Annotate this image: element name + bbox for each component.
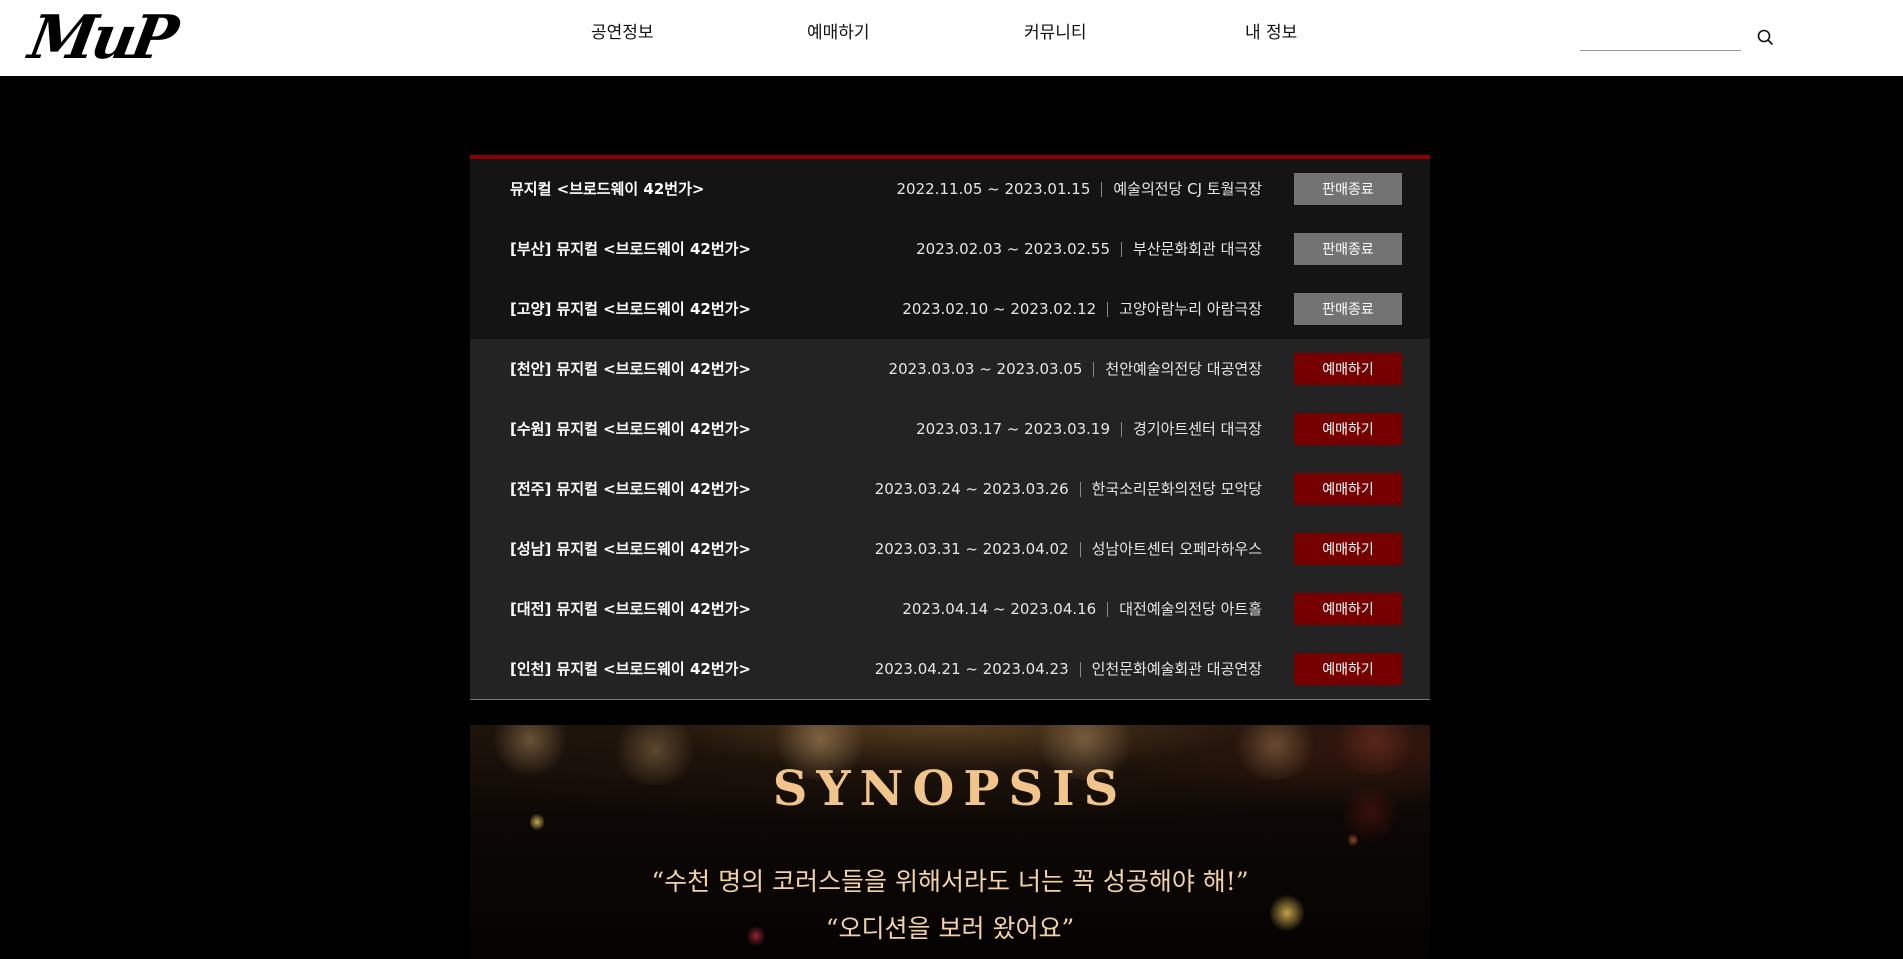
divider <box>1079 661 1081 677</box>
schedule-row-info: 2022.11.05 ~ 2023.01.15 예술의전당 CJ 토월극장 <box>896 179 1262 199</box>
search-button[interactable] <box>1754 26 1776 48</box>
schedule-row: [부산] 뮤지컬 <브로드웨이 42번가> 2023.02.03 ~ 2023.… <box>470 219 1430 279</box>
schedule-row-title: [대전] 뮤지컬 <브로드웨이 42번가> <box>510 600 751 618</box>
schedule-row: [성남] 뮤지컬 <브로드웨이 42번가> 2023.03.31 ~ 2023.… <box>470 519 1430 579</box>
schedule-row: 뮤지컬 <브로드웨이 42번가> 2022.11.05 ~ 2023.01.15… <box>470 159 1430 219</box>
schedule-row-info: 2023.04.14 ~ 2023.04.16 대전예술의전당 아트홀 <box>902 599 1262 619</box>
schedule-row-title: 뮤지컬 <브로드웨이 42번가> <box>510 180 705 198</box>
schedule-row-title: [성남] 뮤지컬 <브로드웨이 42번가> <box>510 540 751 558</box>
synopsis-quote: “오디션을 보러 왔어요” <box>825 914 1075 943</box>
schedule-row-venue: 예술의전당 CJ 토월극장 <box>1113 180 1262 198</box>
schedule-row-venue: 대전예술의전당 아트홀 <box>1119 600 1262 618</box>
schedule-row-venue: 천안예술의전당 대공연장 <box>1105 360 1262 378</box>
divider <box>1079 541 1081 557</box>
schedule-row-venue: 부산문화회관 대극장 <box>1133 240 1262 258</box>
schedule-row: [천안] 뮤지컬 <브로드웨이 42번가> 2023.03.03 ~ 2023.… <box>470 339 1430 399</box>
schedule-row: [수원] 뮤지컬 <브로드웨이 42번가> 2023.03.17 ~ 2023.… <box>470 399 1430 459</box>
schedule-row-info: 2023.03.03 ~ 2023.03.05 천안예술의전당 대공연장 <box>889 359 1262 379</box>
divider <box>1107 601 1109 617</box>
schedule-row-date: 2023.03.31 ~ 2023.04.02 <box>874 540 1069 558</box>
divider <box>1107 301 1109 317</box>
schedule-row-date: 2023.03.17 ~ 2023.03.19 <box>916 420 1111 438</box>
book-button[interactable]: 예매하기 <box>1294 353 1402 385</box>
schedule-row-venue: 인천문화예술회관 대공연장 <box>1091 660 1262 678</box>
nav-item-my-info[interactable]: 내 정보 <box>1245 23 1297 43</box>
schedule-row-venue: 한국소리문화의전당 모악당 <box>1091 480 1262 498</box>
synopsis-quote: “수천 명의 코러스들을 위해서라도 너는 꼭 성공해야 해!” <box>651 867 1249 896</box>
schedule-row-info: 2023.03.31 ~ 2023.04.02 성남아트센터 오페라하우스 <box>875 539 1262 559</box>
search-input[interactable] <box>1580 31 1741 51</box>
performance-schedule-list: 뮤지컬 <브로드웨이 42번가> 2022.11.05 ~ 2023.01.15… <box>470 155 1430 700</box>
schedule-row-title: [인천] 뮤지컬 <브로드웨이 42번가> <box>510 660 751 678</box>
book-button[interactable]: 예매하기 <box>1294 413 1402 445</box>
schedule-row: [대전] 뮤지컬 <브로드웨이 42번가> 2023.04.14 ~ 2023.… <box>470 579 1430 639</box>
schedule-row-title: [수원] 뮤지컬 <브로드웨이 42번가> <box>510 420 751 438</box>
book-button[interactable]: 예매하기 <box>1294 653 1402 685</box>
divider <box>1079 481 1081 497</box>
site-header: MuP 공연정보 예매하기 커뮤니티 내 정보 <box>0 0 1903 76</box>
synopsis-title: SYNOPSIS <box>772 761 1128 817</box>
schedule-row: [인천] 뮤지컬 <브로드웨이 42번가> 2023.04.21 ~ 2023.… <box>470 639 1430 699</box>
divider <box>1121 241 1123 257</box>
schedule-row-info: 2023.02.03 ~ 2023.02.55 부산문화회관 대극장 <box>916 239 1262 259</box>
synopsis-section: SYNOPSIS “수천 명의 코러스들을 위해서라도 너는 꼭 성공해야 해!… <box>470 725 1430 959</box>
schedule-row-date: 2023.04.14 ~ 2023.04.16 <box>902 600 1097 618</box>
schedule-row-date: 2023.04.21 ~ 2023.04.23 <box>874 660 1069 678</box>
schedule-row: [전주] 뮤지컬 <브로드웨이 42번가> 2023.03.24 ~ 2023.… <box>470 459 1430 519</box>
schedule-row-venue: 경기아트센터 대극장 <box>1133 420 1262 438</box>
divider <box>1101 181 1103 197</box>
schedule-row-title: [천안] 뮤지컬 <브로드웨이 42번가> <box>510 360 751 378</box>
sales-ended-button[interactable]: 판매종료 <box>1294 173 1402 205</box>
schedule-row-info: 2023.03.24 ~ 2023.03.26 한국소리문화의전당 모악당 <box>875 479 1262 499</box>
schedule-row-date: 2023.03.03 ~ 2023.03.05 <box>888 360 1083 378</box>
book-button[interactable]: 예매하기 <box>1294 593 1402 625</box>
book-button[interactable]: 예매하기 <box>1294 533 1402 565</box>
schedule-row-date: 2023.02.10 ~ 2023.02.12 <box>902 300 1097 318</box>
schedule-row-title: [부산] 뮤지컬 <브로드웨이 42번가> <box>510 240 751 258</box>
schedule-row: [고양] 뮤지컬 <브로드웨이 42번가> 2023.02.10 ~ 2023.… <box>470 279 1430 339</box>
sales-ended-button[interactable]: 판매종료 <box>1294 233 1402 265</box>
book-button[interactable]: 예매하기 <box>1294 473 1402 505</box>
nav-item-performance-info[interactable]: 공연정보 <box>591 23 654 43</box>
sales-ended-button[interactable]: 판매종료 <box>1294 293 1402 325</box>
site-logo[interactable]: MuP <box>24 2 180 74</box>
schedule-row-title: [고양] 뮤지컬 <브로드웨이 42번가> <box>510 300 751 318</box>
divider <box>1121 421 1123 437</box>
nav-item-community[interactable]: 커뮤니티 <box>1024 23 1087 43</box>
schedule-row-info: 2023.02.10 ~ 2023.02.12 고양아람누리 아람극장 <box>902 299 1262 319</box>
schedule-row-date: 2023.03.24 ~ 2023.03.26 <box>874 480 1069 498</box>
schedule-row-title: [전주] 뮤지컬 <브로드웨이 42번가> <box>510 480 751 498</box>
nav-item-booking[interactable]: 예매하기 <box>807 23 870 43</box>
schedule-row-info: 2023.03.17 ~ 2023.03.19 경기아트센터 대극장 <box>916 419 1262 439</box>
schedule-row-info: 2023.04.21 ~ 2023.04.23 인천문화예술회관 대공연장 <box>875 659 1262 679</box>
schedule-row-venue: 성남아트센터 오페라하우스 <box>1091 540 1262 558</box>
divider <box>1093 361 1095 377</box>
bokeh-light <box>1348 833 1358 847</box>
search-icon <box>1757 29 1773 45</box>
schedule-row-date: 2023.02.03 ~ 2023.02.55 <box>916 240 1111 258</box>
schedule-row-venue: 고양아람누리 아람극장 <box>1119 300 1262 318</box>
schedule-row-date: 2022.11.05 ~ 2023.01.15 <box>896 180 1091 198</box>
